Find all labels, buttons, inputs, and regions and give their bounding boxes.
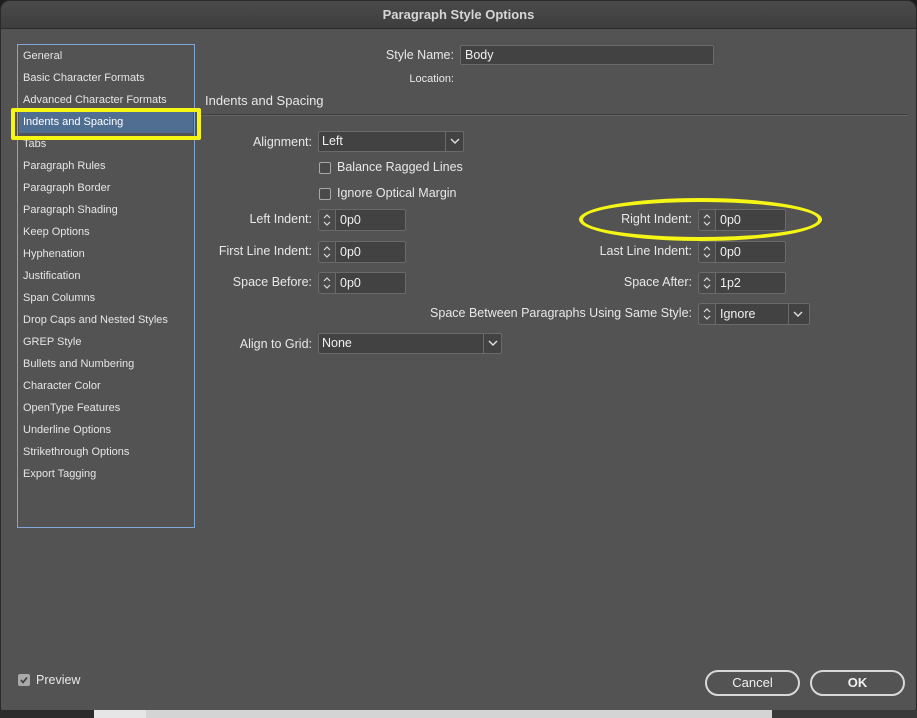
sidebar-item-indents-and-spacing[interactable]: Indents and Spacing bbox=[19, 111, 193, 133]
sidebar-item-character-color[interactable]: Character Color bbox=[19, 375, 193, 397]
background-panel bbox=[146, 710, 772, 718]
style-name-input[interactable]: Body bbox=[460, 45, 714, 65]
cancel-button[interactable]: Cancel bbox=[705, 670, 800, 696]
sidebar-item-drop-caps-and-nested-styles[interactable]: Drop Caps and Nested Styles bbox=[19, 309, 193, 331]
sidebar-item-export-tagging[interactable]: Export Tagging bbox=[19, 463, 193, 485]
dialog-title: Paragraph Style Options bbox=[1, 1, 916, 29]
divider-highlight bbox=[201, 115, 907, 116]
last-line-indent-input[interactable]: 0p0 bbox=[716, 241, 786, 263]
space-after-label: Space After: bbox=[623, 275, 692, 289]
space-before-spinner[interactable]: 0p0 bbox=[318, 272, 406, 294]
balance-ragged-lines-checkbox[interactable] bbox=[319, 162, 331, 174]
first-line-indent-spinner[interactable]: 0p0 bbox=[318, 241, 406, 263]
paragraph-style-options-dialog: Paragraph Style Options General Basic Ch… bbox=[0, 0, 917, 712]
sidebar-item-justification[interactable]: Justification bbox=[19, 265, 193, 287]
stepper-arrows-icon[interactable] bbox=[698, 272, 716, 294]
sidebar-item-paragraph-rules[interactable]: Paragraph Rules bbox=[19, 155, 193, 177]
alignment-dropdown[interactable]: Left bbox=[318, 131, 464, 152]
ignore-optical-margin-checkbox[interactable] bbox=[319, 188, 331, 200]
space-between-paragraphs-label: Space Between Paragraphs Using Same Styl… bbox=[430, 306, 692, 320]
left-indent-label: Left Indent: bbox=[249, 212, 312, 226]
section-title: Indents and Spacing bbox=[205, 93, 324, 108]
right-indent-spinner[interactable]: 0p0 bbox=[698, 209, 786, 231]
space-before-input[interactable]: 0p0 bbox=[336, 272, 406, 294]
stepper-arrows-icon[interactable] bbox=[698, 303, 716, 325]
alignment-value: Left bbox=[322, 134, 343, 148]
background-panel bbox=[772, 710, 917, 718]
left-indent-input[interactable]: 0p0 bbox=[336, 209, 406, 231]
alignment-label: Alignment: bbox=[252, 135, 312, 149]
align-to-grid-value: None bbox=[322, 336, 352, 350]
sidebar-item-tabs[interactable]: Tabs bbox=[19, 133, 193, 155]
chevron-down-icon bbox=[445, 132, 463, 151]
stepper-arrows-icon[interactable] bbox=[318, 209, 336, 231]
space-after-input[interactable]: 1p2 bbox=[716, 272, 786, 294]
preview-label: Preview bbox=[36, 673, 81, 687]
space-before-label: Space Before: bbox=[232, 275, 312, 289]
sidebar-item-basic-character-formats[interactable]: Basic Character Formats bbox=[19, 67, 193, 89]
chevron-down-icon bbox=[483, 334, 501, 353]
last-line-indent-spinner[interactable]: 0p0 bbox=[698, 241, 786, 263]
right-indent-input[interactable]: 0p0 bbox=[716, 209, 786, 231]
first-line-indent-input[interactable]: 0p0 bbox=[336, 241, 406, 263]
preview-checkbox[interactable] bbox=[18, 674, 30, 686]
align-to-grid-label: Align to Grid: bbox=[239, 337, 312, 351]
stepper-arrows-icon[interactable] bbox=[318, 241, 336, 263]
background-panel bbox=[94, 710, 146, 718]
align-to-grid-dropdown[interactable]: None bbox=[318, 333, 502, 354]
sidebar-item-underline-options[interactable]: Underline Options bbox=[19, 419, 193, 441]
balance-ragged-lines-label: Balance Ragged Lines bbox=[337, 160, 463, 174]
sidebar-item-general[interactable]: General bbox=[19, 45, 193, 67]
sidebar-item-opentype-features[interactable]: OpenType Features bbox=[19, 397, 193, 419]
sidebar-item-hyphenation[interactable]: Hyphenation bbox=[19, 243, 193, 265]
sidebar-item-strikethrough-options[interactable]: Strikethrough Options bbox=[19, 441, 193, 463]
ignore-optical-margin-label: Ignore Optical Margin bbox=[337, 186, 457, 200]
sidebar-item-advanced-character-formats[interactable]: Advanced Character Formats bbox=[19, 89, 193, 111]
sidebar-item-bullets-and-numbering[interactable]: Bullets and Numbering bbox=[19, 353, 193, 375]
space-after-spinner[interactable]: 1p2 bbox=[698, 272, 786, 294]
space-between-paragraphs-combo[interactable]: Ignore bbox=[698, 303, 810, 325]
sidebar-item-keep-options[interactable]: Keep Options bbox=[19, 221, 193, 243]
last-line-indent-label: Last Line Indent: bbox=[599, 244, 692, 258]
right-indent-label: Right Indent: bbox=[621, 212, 692, 226]
sidebar-item-grep-style[interactable]: GREP Style bbox=[19, 331, 193, 353]
chevron-down-icon[interactable] bbox=[788, 303, 807, 325]
style-name-label: Style Name: bbox=[385, 48, 454, 62]
sidebar-item-paragraph-border[interactable]: Paragraph Border bbox=[19, 177, 193, 199]
left-indent-spinner[interactable]: 0p0 bbox=[318, 209, 406, 231]
background-window-strip bbox=[0, 710, 917, 718]
stepper-arrows-icon[interactable] bbox=[698, 241, 716, 263]
category-list[interactable]: General Basic Character Formats Advanced… bbox=[17, 44, 195, 528]
ok-button[interactable]: OK bbox=[810, 670, 905, 696]
stepper-arrows-icon[interactable] bbox=[318, 272, 336, 294]
sidebar-item-paragraph-shading[interactable]: Paragraph Shading bbox=[19, 199, 193, 221]
stepper-arrows-icon[interactable] bbox=[698, 209, 716, 231]
first-line-indent-label: First Line Indent: bbox=[218, 244, 312, 258]
location-label: Location: bbox=[409, 73, 454, 85]
sidebar-item-span-columns[interactable]: Span Columns bbox=[19, 287, 193, 309]
